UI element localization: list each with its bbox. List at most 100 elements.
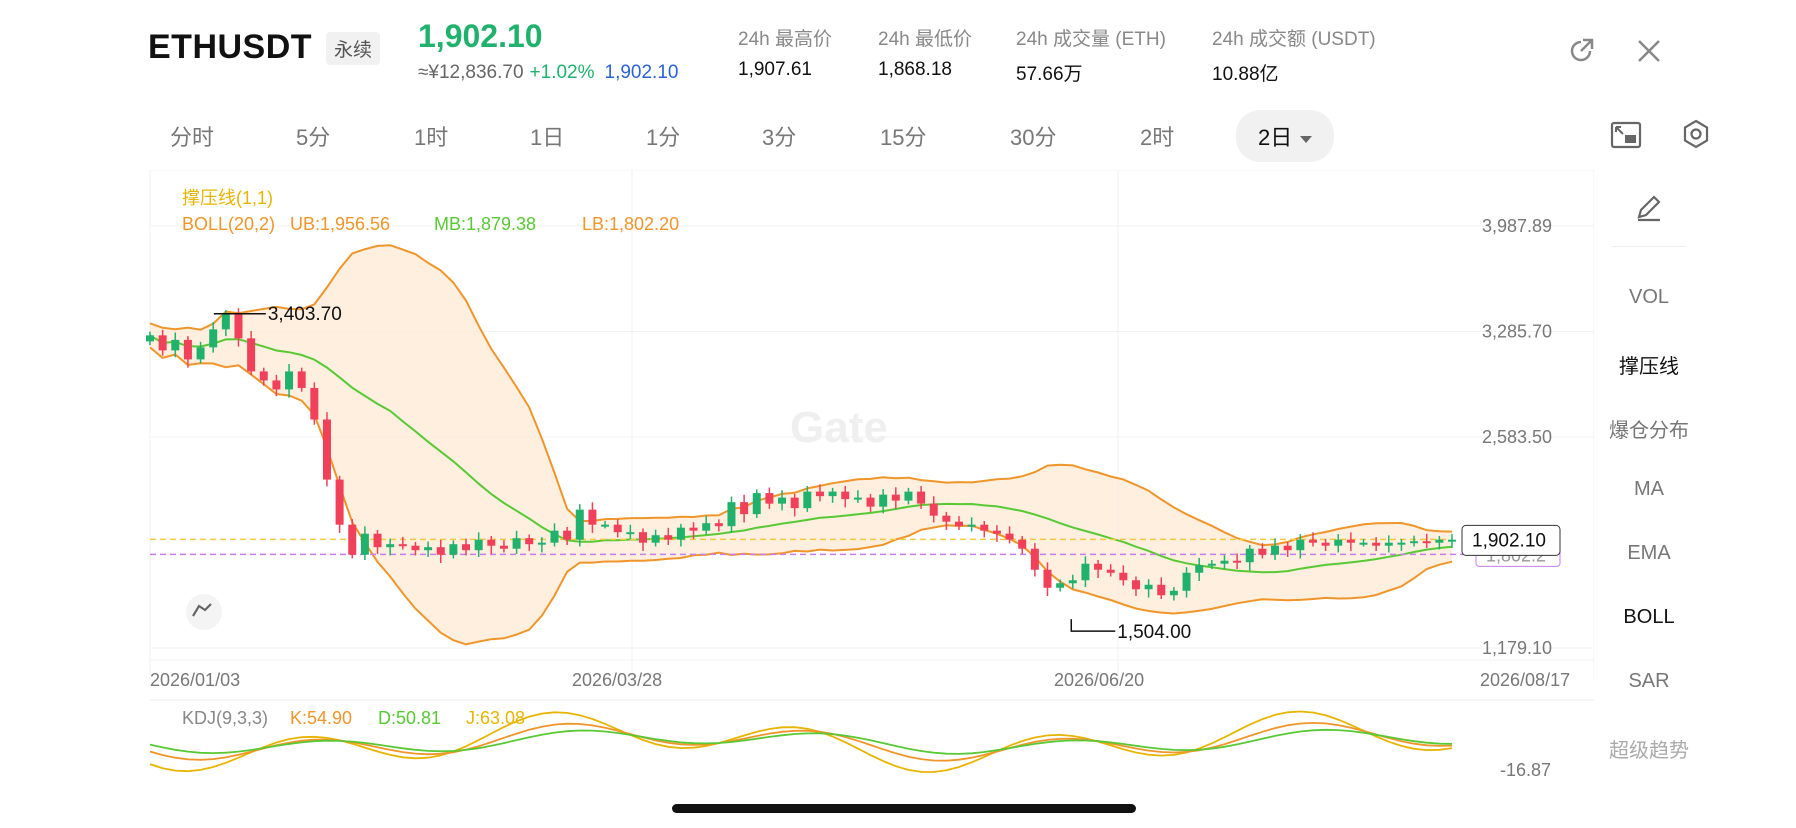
panel-divider	[1612, 246, 1686, 247]
candle-body	[285, 371, 294, 390]
price-subline: ≈¥12,836.70 +1.02% 1,902.10	[418, 62, 678, 84]
candle-body	[424, 547, 433, 551]
indicator-ma[interactable]: MA	[1594, 478, 1704, 501]
candle-body	[676, 527, 685, 540]
candle-body	[1106, 569, 1115, 573]
candle-body	[828, 491, 837, 497]
candle-body	[1258, 548, 1267, 555]
candle-body	[512, 538, 521, 549]
candle-body	[992, 530, 1001, 534]
tab-30m[interactable]: 30分	[1010, 120, 1056, 152]
candle-body	[1435, 539, 1444, 543]
cny-price: ≈¥12,836.70	[418, 62, 524, 83]
kdj-j-legend: J:63.08	[466, 708, 525, 728]
candle-body	[1207, 563, 1216, 566]
candle-body	[803, 491, 812, 509]
date-tick: 2026/01/03	[150, 670, 240, 690]
tab-5m[interactable]: 5分	[296, 120, 330, 152]
candle-body	[436, 547, 445, 555]
candle-body	[474, 539, 483, 551]
candle-body	[1296, 539, 1305, 551]
candle-body	[1068, 580, 1077, 584]
close-icon[interactable]	[1634, 36, 1664, 66]
candle-body	[1283, 545, 1292, 551]
indicator-liquidation[interactable]: 爆仓分布	[1594, 414, 1704, 443]
indicator-sar[interactable]: SAR	[1594, 670, 1704, 693]
candle-body	[1359, 542, 1368, 545]
candle-body	[1043, 569, 1052, 588]
boll-name-legend: BOLL(20,2)	[182, 214, 275, 234]
candle-body	[550, 530, 559, 543]
candle-body	[537, 542, 546, 545]
candle-body	[740, 502, 749, 515]
candle-body	[588, 509, 597, 525]
candle-body	[1233, 560, 1242, 563]
candle-body	[360, 533, 369, 555]
candlestick-chart[interactable]: Gate 撑压线(1,1) BOLL(20,2) UB:1,956.56 MB:…	[0, 170, 1594, 790]
candle-body	[1195, 565, 1204, 573]
candle-body	[853, 497, 862, 500]
eye-toggle-icon[interactable]	[186, 594, 222, 630]
candle-body	[1271, 545, 1280, 555]
tab-1m[interactable]: 1分	[646, 120, 680, 152]
candle-body	[1182, 572, 1191, 591]
candle-body	[234, 313, 243, 339]
tab-15m[interactable]: 15分	[880, 120, 926, 152]
candle-body	[1081, 563, 1090, 581]
stat-24h-high: 24h 最高价 1,907.61	[738, 24, 832, 81]
candle-body	[310, 387, 319, 420]
candle-body	[714, 523, 723, 527]
candle-body	[664, 535, 673, 540]
indicator-supertrend[interactable]: 超级趋势	[1594, 734, 1704, 763]
candle-body	[1308, 539, 1317, 543]
stat-24h-low: 24h 最低价 1,868.18	[878, 24, 972, 81]
picture-in-picture-icon[interactable]	[1610, 120, 1642, 155]
candle-body	[929, 503, 938, 516]
candle-body	[386, 544, 395, 548]
candle-body	[1157, 584, 1166, 596]
candle-body	[158, 335, 167, 351]
candle-body	[841, 491, 850, 500]
candle-body	[651, 535, 660, 543]
candle-body	[1005, 533, 1014, 540]
candle-body	[183, 339, 192, 360]
candle-body	[727, 502, 736, 527]
tab-2h[interactable]: 2时	[1140, 120, 1174, 152]
candle-body	[196, 347, 205, 360]
high-price-label: 3,403.70	[268, 304, 342, 325]
kdj-k-legend: K:54.90	[290, 708, 352, 728]
candle-body	[272, 380, 281, 390]
candle-body	[626, 532, 635, 535]
stat-value: 1,868.18	[878, 59, 952, 80]
kdj-tick: -16.87	[1500, 760, 1551, 780]
candle-body	[1094, 563, 1103, 570]
settings-icon[interactable]	[1680, 118, 1712, 155]
price-tick: 3,987.89	[1482, 216, 1552, 236]
share-icon[interactable]	[1566, 36, 1596, 66]
tab-1d[interactable]: 1日	[530, 120, 564, 152]
tab-3m[interactable]: 3分	[762, 120, 796, 152]
candle-body	[815, 491, 824, 497]
stat-label: 24h 成交量 (ETH)	[1016, 29, 1166, 50]
indicator-ema[interactable]: EMA	[1594, 542, 1704, 565]
candle-body	[373, 533, 382, 548]
candle-body	[1056, 583, 1065, 588]
tab-timeline[interactable]: 分时	[170, 120, 214, 152]
tab-2d[interactable]: 2日	[1236, 110, 1335, 162]
candle-body	[904, 491, 913, 501]
draw-pen-icon[interactable]	[1634, 192, 1664, 222]
candle-body	[1030, 548, 1039, 570]
indicator-boll[interactable]: BOLL	[1594, 606, 1704, 629]
indicator-support-resistance[interactable]: 撑压线	[1594, 350, 1704, 379]
change-percent: +1.02%	[529, 62, 595, 83]
candle-body	[348, 524, 357, 555]
indicator-vol[interactable]: VOL	[1594, 286, 1704, 309]
boll-lb-legend: LB:1,802.20	[582, 214, 679, 234]
stat-24h-volume: 24h 成交量 (ETH) 57.66万	[1016, 24, 1166, 86]
tab-2d-label: 2日	[1258, 125, 1293, 150]
candle-body	[525, 538, 534, 545]
tab-1h[interactable]: 1时	[414, 120, 448, 152]
contract-type-badge: 永续	[326, 32, 381, 65]
stat-value: 1,907.61	[738, 59, 812, 80]
candle-body	[1372, 542, 1381, 546]
